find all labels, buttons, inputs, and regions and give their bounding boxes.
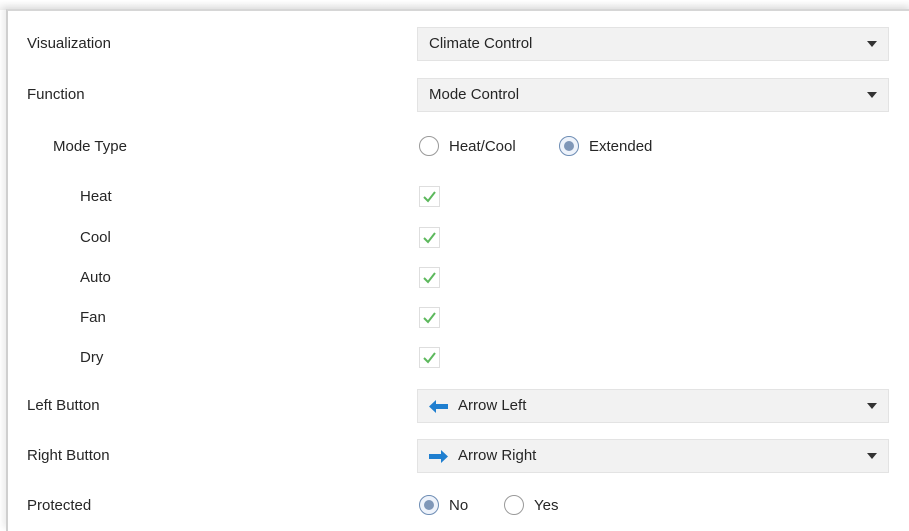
parameters-panel: Visualization Climate Control Function M…: [6, 9, 909, 531]
mode-heat-label: Heat: [80, 188, 112, 205]
right-button-value: Arrow Right: [458, 447, 537, 464]
mode-dry-row: Dry: [8, 338, 909, 378]
mode-fan-checkbox[interactable]: [419, 307, 440, 328]
arrow-left-icon: [429, 400, 448, 413]
mode-type-heat-cool-radio[interactable]: [419, 136, 439, 156]
protected-label: Protected: [27, 497, 92, 514]
visualization-dropdown[interactable]: Climate Control: [417, 27, 889, 61]
function-label: Function: [27, 86, 85, 103]
right-button-dropdown[interactable]: Arrow Right: [417, 439, 889, 473]
mode-type-heat-cool-label[interactable]: Heat/Cool: [449, 127, 516, 167]
function-dropdown[interactable]: Mode Control: [417, 78, 889, 112]
visualization-label: Visualization: [27, 35, 111, 52]
chevron-down-icon: [867, 92, 877, 98]
protected-yes-radio[interactable]: [504, 495, 524, 515]
protected-row: Protected No Yes: [8, 486, 909, 526]
left-button-row: Left Button Arrow Left: [8, 386, 909, 426]
protected-no-label[interactable]: No: [449, 486, 468, 526]
checkmark-icon: [423, 191, 436, 203]
mode-auto-row: Auto: [8, 258, 909, 298]
chevron-down-icon: [867, 403, 877, 409]
arrow-right-icon: [429, 450, 448, 463]
mode-dry-checkbox[interactable]: [419, 347, 440, 368]
mode-cool-checkbox[interactable]: [419, 227, 440, 248]
mode-dry-label: Dry: [80, 349, 104, 366]
mode-heat-checkbox[interactable]: [419, 186, 440, 207]
checkmark-icon: [423, 232, 436, 244]
chevron-down-icon: [867, 453, 877, 459]
left-button-value: Arrow Left: [458, 397, 527, 414]
chevron-down-icon: [867, 41, 877, 47]
right-button-label: Right Button: [27, 447, 110, 464]
mode-type-extended-radio[interactable]: [559, 136, 579, 156]
left-button-label: Left Button: [27, 397, 100, 414]
mode-cool-label: Cool: [80, 229, 111, 246]
checkmark-icon: [423, 312, 436, 324]
mode-cool-row: Cool: [8, 218, 909, 258]
mode-auto-label: Auto: [80, 269, 111, 286]
mode-type-label: Mode Type: [53, 138, 127, 155]
protected-yes-label[interactable]: Yes: [534, 486, 558, 526]
function-row: Function Mode Control: [8, 75, 909, 115]
mode-type-extended-label[interactable]: Extended: [589, 127, 652, 167]
visualization-row: Visualization Climate Control: [8, 24, 909, 64]
left-button-dropdown[interactable]: Arrow Left: [417, 389, 889, 423]
mode-fan-row: Fan: [8, 298, 909, 338]
protected-no-radio[interactable]: [419, 495, 439, 515]
mode-auto-checkbox[interactable]: [419, 267, 440, 288]
visualization-value: Climate Control: [429, 35, 533, 52]
mode-type-row: Mode Type Heat/Cool Extended: [8, 127, 909, 167]
function-value: Mode Control: [429, 86, 520, 103]
mode-fan-label: Fan: [80, 309, 106, 326]
checkmark-icon: [423, 272, 436, 284]
right-button-row: Right Button Arrow Right: [8, 436, 909, 476]
checkmark-icon: [423, 352, 436, 364]
mode-heat-row: Heat: [8, 177, 909, 217]
